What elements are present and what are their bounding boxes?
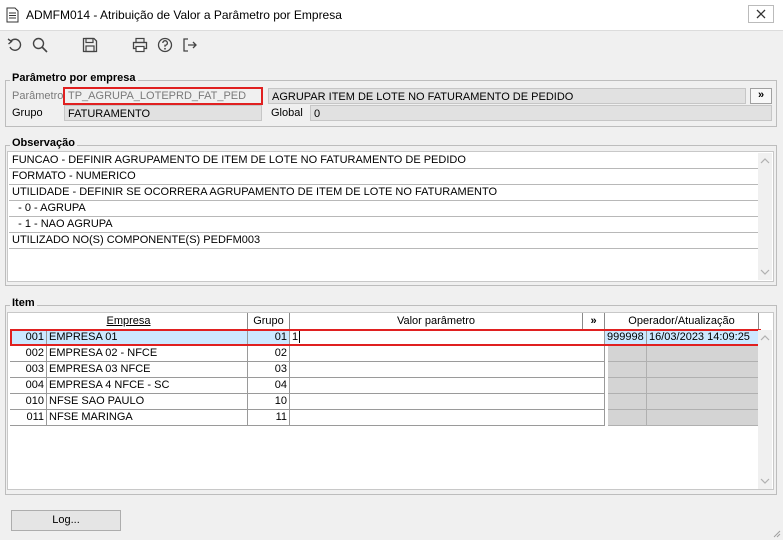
cell-grupo: 11 <box>248 410 290 426</box>
column-header-grupo[interactable]: Grupo <box>248 313 290 329</box>
expand-description-button[interactable]: » <box>750 88 772 104</box>
window-title: ADMFM014 - Atribuição de Valor a Parâmet… <box>26 8 342 22</box>
cell-operador: 999998 <box>605 330 647 346</box>
close-icon <box>756 9 766 19</box>
cell-empresa: EMPRESA 02 - NFCE <box>47 346 248 362</box>
column-header-empresa-label: Empresa <box>106 315 151 327</box>
cell-valor[interactable]: 1 <box>290 330 605 346</box>
scroll-down-icon <box>760 269 770 275</box>
cell-atualizacao <box>647 346 759 362</box>
cell-atualizacao <box>647 410 759 426</box>
cell-valor[interactable] <box>290 362 605 378</box>
column-header-valor[interactable]: Valor parâmetro <box>290 313 583 329</box>
observacao-line: UTILIZADO NO(S) COMPONENTE(S) PEDFM003 <box>9 233 759 249</box>
param-group-title: Parâmetro por empresa <box>10 72 138 84</box>
cell-grupo: 04 <box>248 378 290 394</box>
cell-grupo: 03 <box>248 362 290 378</box>
search-button[interactable] <box>30 35 50 55</box>
document-icon <box>6 7 19 23</box>
search-icon <box>32 37 48 53</box>
cell-code: 003 <box>10 362 47 378</box>
undo-button[interactable] <box>5 35 25 55</box>
help-icon <box>157 37 173 53</box>
cell-empresa: NFSE SAO PAULO <box>47 394 248 410</box>
observacao-line: - 0 - AGRUPA <box>9 201 759 217</box>
help-button[interactable] <box>155 35 175 55</box>
observacao-group-title: Observação <box>10 137 77 149</box>
cell-operador <box>608 394 647 410</box>
toolbar <box>0 31 783 59</box>
observacao-line: - 1 - NAO AGRUPA <box>9 217 759 233</box>
item-group-title: Item <box>10 297 37 309</box>
cell-atualizacao <box>647 378 759 394</box>
table-row[interactable]: 003 EMPRESA 03 NFCE 03 <box>10 362 759 378</box>
grupo-label: Grupo <box>12 107 43 119</box>
table-row[interactable]: 010 NFSE SAO PAULO 10 <box>10 394 759 410</box>
print-icon <box>132 37 148 53</box>
cell-valor-text: 1 <box>292 331 299 343</box>
cell-code: 010 <box>10 394 47 410</box>
item-grid-scrollbar[interactable] <box>758 330 772 489</box>
table-row[interactable]: 002 EMPRESA 02 - NFCE 02 <box>10 346 759 362</box>
cell-grupo: 02 <box>248 346 290 362</box>
table-row[interactable]: 011 NFSE MARINGA 11 <box>10 410 759 426</box>
cell-code: 004 <box>10 378 47 394</box>
undo-icon <box>7 38 22 51</box>
global-label: Global <box>271 107 303 119</box>
save-button[interactable] <box>80 35 100 55</box>
scroll-up-icon <box>760 335 770 341</box>
scroll-up-icon <box>760 158 770 164</box>
exit-icon <box>183 38 197 52</box>
parametro-description-field: AGRUPAR ITEM DE LOTE NO FATURAMENTO DE P… <box>268 88 746 104</box>
cell-grupo: 01 <box>248 330 290 346</box>
cell-valor[interactable] <box>290 410 605 426</box>
cell-grupo: 10 <box>248 394 290 410</box>
item-grid[interactable]: Empresa Grupo Valor parâmetro » Operador… <box>7 312 774 490</box>
title-bar: ADMFM014 - Atribuição de Valor a Parâmet… <box>0 0 783 31</box>
table-row[interactable]: 001 EMPRESA 01 01 1 999998 16/03/2023 14… <box>10 330 759 346</box>
observacao-text-area[interactable]: FUNCAO - DEFINIR AGRUPAMENTO DE ITEM DE … <box>7 151 774 282</box>
observacao-scrollbar[interactable] <box>758 153 772 280</box>
parametro-field[interactable]: TP_AGRUPA_LOTEPRD_FAT_PED <box>63 87 263 105</box>
cell-empresa: EMPRESA 03 NFCE <box>47 362 248 378</box>
cell-valor[interactable] <box>290 346 605 362</box>
cell-atualizacao <box>647 362 759 378</box>
cell-valor[interactable] <box>290 394 605 410</box>
resize-grip-icon[interactable] <box>771 528 781 538</box>
exit-button[interactable] <box>180 35 200 55</box>
observacao-line: FORMATO - NUMERICO <box>9 169 759 185</box>
cell-code: 011 <box>10 410 47 426</box>
cell-code: 001 <box>10 330 47 346</box>
save-icon <box>82 37 98 53</box>
observacao-line: UTILIDADE - DEFINIR SE OCORRERA AGRUPAME… <box>9 185 759 201</box>
log-button[interactable]: Log... <box>11 510 121 531</box>
column-header-expand[interactable]: » <box>583 313 605 329</box>
cell-operador <box>608 346 647 362</box>
text-caret <box>299 331 301 343</box>
cell-operador <box>608 410 647 426</box>
cell-operador <box>608 378 647 394</box>
cell-empresa: EMPRESA 4 NFCE - SC <box>47 378 248 394</box>
scroll-down-icon <box>760 478 770 484</box>
cell-atualizacao <box>647 394 759 410</box>
cell-empresa: EMPRESA 01 <box>47 330 248 346</box>
grupo-field: FATURAMENTO <box>64 105 262 121</box>
global-field: 0 <box>310 105 772 121</box>
cell-valor[interactable] <box>290 378 605 394</box>
parametro-label: Parâmetro <box>12 90 64 102</box>
cell-atualizacao: 16/03/2023 14:09:25 <box>647 330 759 346</box>
column-header-empresa[interactable]: Empresa <box>10 313 248 329</box>
cell-code: 002 <box>10 346 47 362</box>
cell-operador <box>608 362 647 378</box>
table-row[interactable]: 004 EMPRESA 4 NFCE - SC 04 <box>10 378 759 394</box>
print-button[interactable] <box>130 35 150 55</box>
column-header-operador[interactable]: Operador/Atualização <box>605 313 759 329</box>
cell-empresa: NFSE MARINGA <box>47 410 248 426</box>
close-button[interactable] <box>748 5 774 23</box>
observacao-line: FUNCAO - DEFINIR AGRUPAMENTO DE ITEM DE … <box>9 153 759 169</box>
